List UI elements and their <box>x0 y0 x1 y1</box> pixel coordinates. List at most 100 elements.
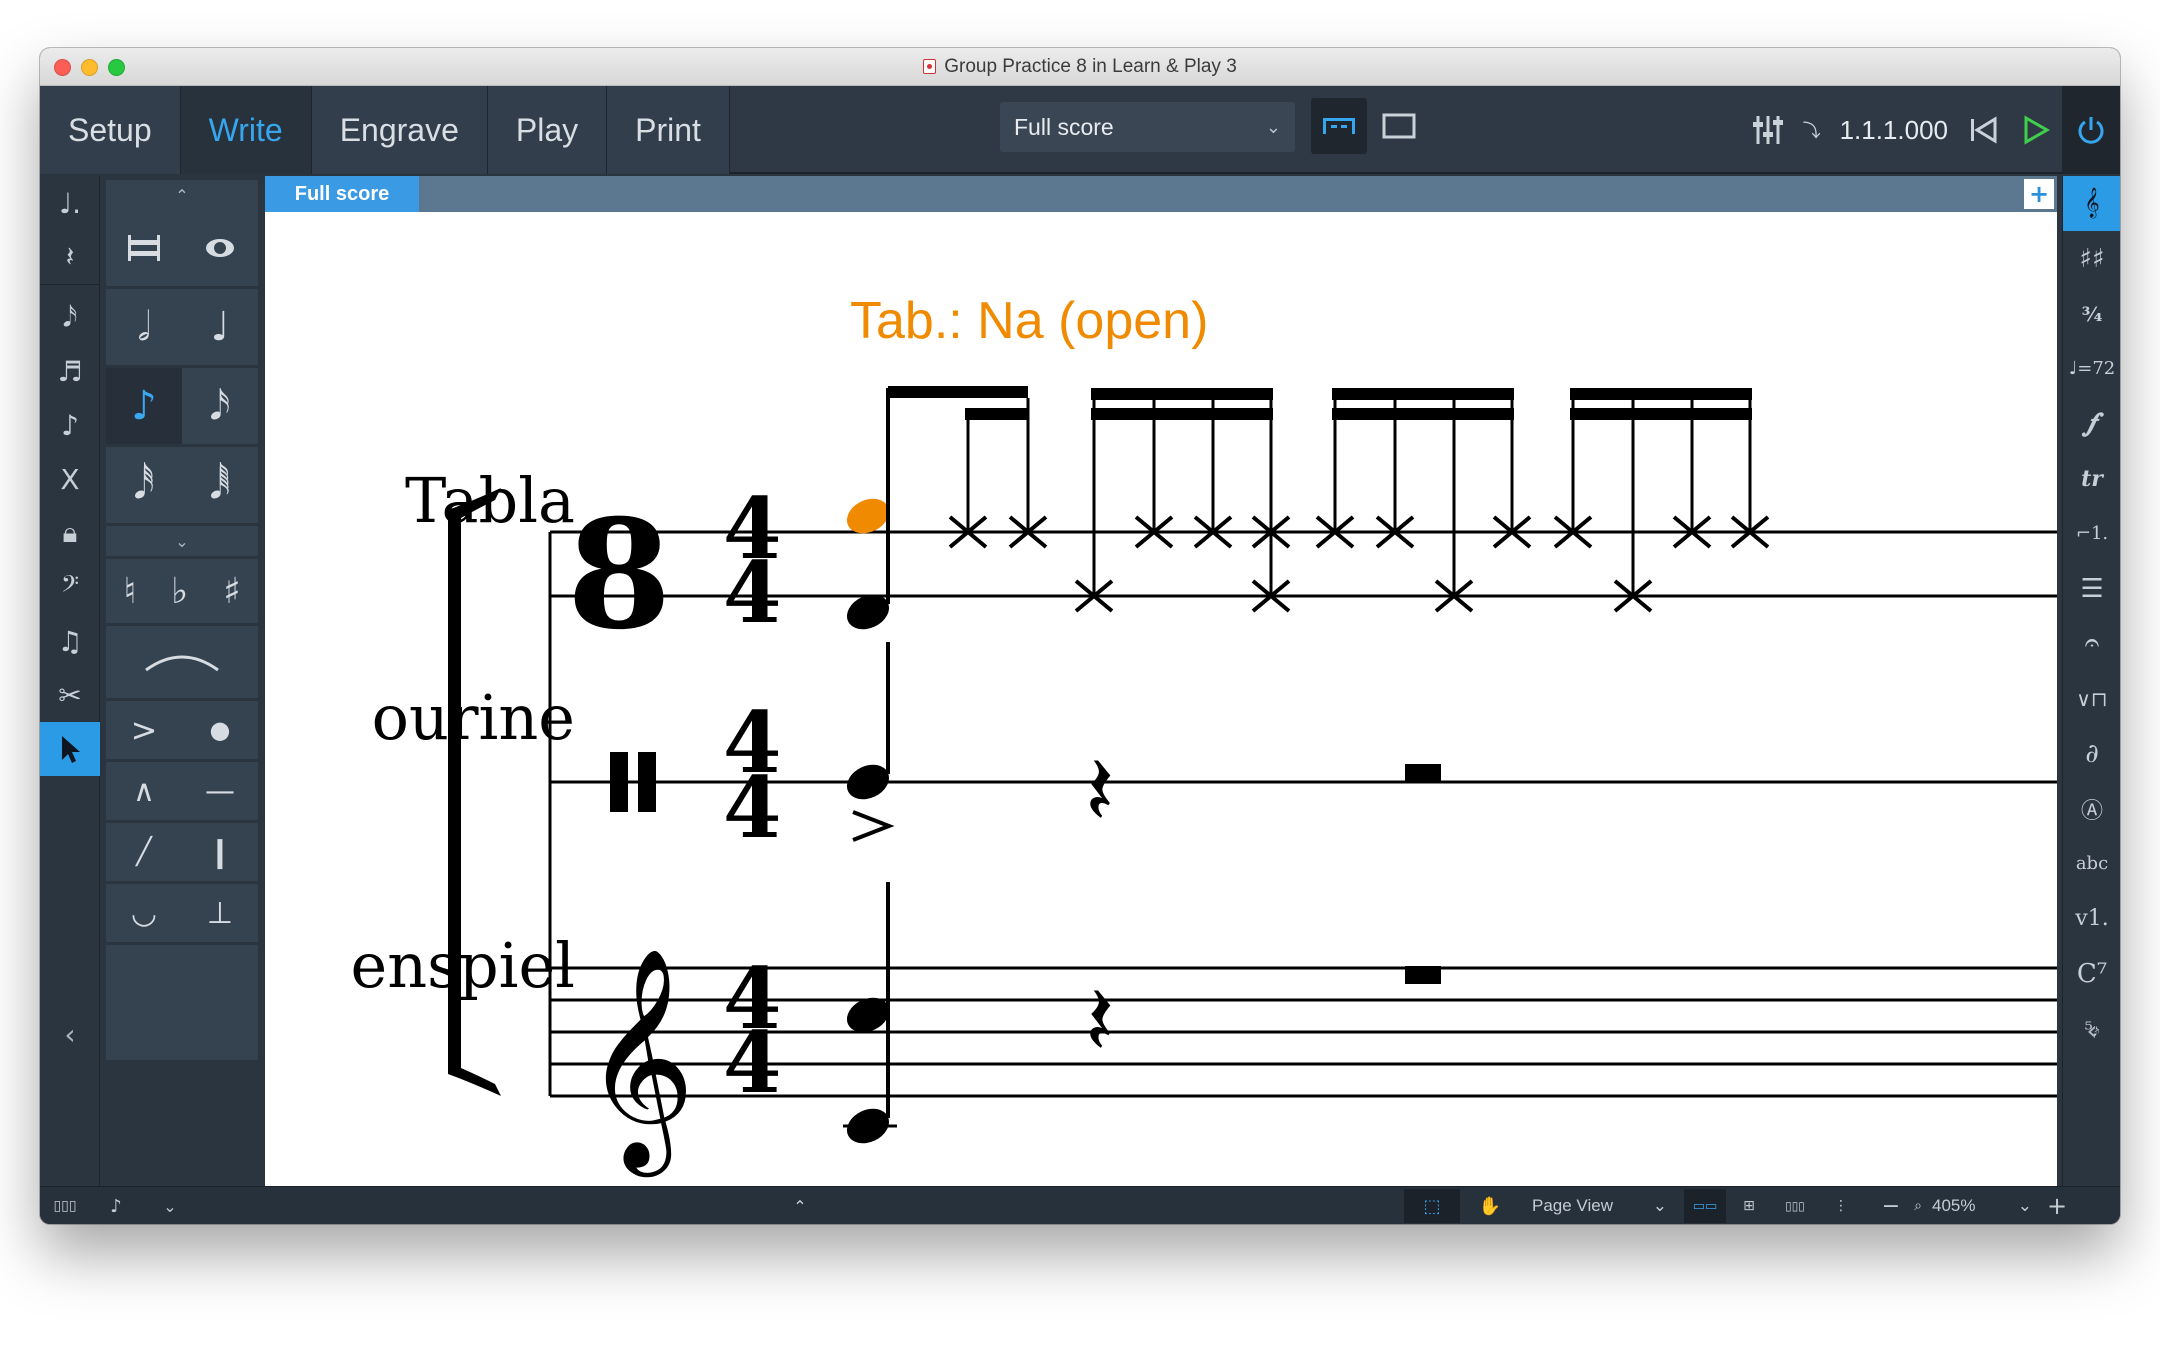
view-type-selector[interactable]: Page View ⌄ <box>1532 1187 1667 1224</box>
layout-selector-value: Full score <box>1014 113 1114 140</box>
tenuto-staccato-icon[interactable]: ⊥ <box>182 884 258 942</box>
holds-pauses-icon[interactable]: 𝄐 <box>2063 616 2120 671</box>
rest-tool-icon[interactable]: 𝄽 <box>40 230 100 284</box>
text-icon[interactable]: Ⓐ <box>2063 781 2120 836</box>
expand-bottom-panel-icon[interactable]: ⌃ <box>780 1189 820 1223</box>
tremolo-icon[interactable]: ☰ <box>2063 561 2120 616</box>
jump-to-position-icon[interactable]: ⤵ <box>1794 104 1830 156</box>
mode-print-tab[interactable]: Print <box>607 86 730 174</box>
treble-clef-icon: 𝄞 <box>583 946 695 1177</box>
unstress-icon[interactable]: ◡ <box>106 884 182 942</box>
tabla-notes <box>846 386 1770 630</box>
whole-note-icon[interactable] <box>182 210 258 286</box>
flat-icon[interactable]: ♭ <box>171 571 188 612</box>
quarter-note-icon[interactable]: ♩ <box>182 289 258 365</box>
minimize-window-button[interactable] <box>81 59 98 76</box>
score-canvas[interactable]: Tab.: Na (open) Tabla ourine enspiel <box>265 212 2057 1186</box>
svg-text:𝄽: 𝄽 <box>1085 965 1114 1077</box>
ornaments-icon[interactable]: tr <box>2063 451 2120 506</box>
hand-tool-icon[interactable]: ✋ <box>1466 1189 1514 1223</box>
activate-project-icon[interactable] <box>2062 86 2120 174</box>
playing-techniques-icon[interactable]: ∨⊓ <box>2063 671 2120 726</box>
tuplet-tool-icon[interactable]: ♬ <box>40 344 100 398</box>
natural-icon[interactable]: ♮ <box>123 571 136 612</box>
marquee-select-icon[interactable]: ⬚ <box>1404 1189 1460 1223</box>
half-note-icon[interactable]: 𝅗𝅥 <box>106 289 182 365</box>
spreads-view-icon[interactable]: ▭▭ <box>1684 1189 1726 1223</box>
eighth-note-icon[interactable]: ♪ <box>106 368 182 444</box>
instrument-name-tambourine: ourine <box>372 681 575 754</box>
toolbar-right-group: ⤵ 1.1.1.000 <box>1742 86 2120 174</box>
sixty-fourth-note-icon[interactable]: 𝅘𝅥𝅱 <box>182 447 258 523</box>
chevron-down-icon[interactable]: ⌄ <box>156 1189 184 1223</box>
breve-note-icon[interactable] <box>106 210 182 286</box>
zoom-search-icon: ⌕ <box>1914 1198 1922 1214</box>
play-icon[interactable] <box>2010 104 2062 156</box>
scroll-down-icon[interactable]: ⌄ <box>106 526 258 556</box>
tabla-time-denominator: 4 <box>723 543 781 642</box>
layout-selector[interactable]: Full score ⌄ <box>1000 102 1295 152</box>
zoom-level-selector[interactable]: 405% ⌄ <box>1932 1187 2032 1224</box>
window-controls <box>54 59 125 76</box>
staccato-icon[interactable]: ● <box>182 701 258 759</box>
slur-icon[interactable] <box>106 626 258 698</box>
force-duration-tool-icon[interactable]: Ⅹ <box>40 452 100 506</box>
chord-tool-icon[interactable]: ♫ <box>40 614 100 668</box>
staccatissimo-icon[interactable]: ❙ <box>182 823 258 881</box>
vertical-pages-icon[interactable]: ⋮ <box>1822 1189 1860 1223</box>
tempo-icon[interactable]: ♩=72 <box>2063 341 2120 396</box>
zoom-in-icon[interactable]: + <box>2040 1189 2074 1223</box>
mixer-icon[interactable] <box>1742 104 1794 156</box>
close-window-button[interactable] <box>54 59 71 76</box>
scroll-up-icon[interactable]: ⌃ <box>106 180 258 210</box>
tab-full-score[interactable]: Full score <box>265 176 419 212</box>
mode-play-tab[interactable]: Play <box>487 86 608 174</box>
horizontal-pages-icon[interactable]: ▯▯▯ <box>1772 1189 1818 1223</box>
keyboard-panel-icon[interactable]: ▯▯▯ <box>48 1189 82 1223</box>
grace-note-tool-icon[interactable]: ♪ <box>40 398 100 452</box>
thirty-second-note-icon[interactable]: 𝅘𝅥𝅰 <box>106 447 182 523</box>
grid-view-icon[interactable]: ⊞ <box>1730 1189 1768 1223</box>
collapse-right-panel-icon[interactable]: ‹ <box>2063 1014 2120 1047</box>
marcato-icon[interactable]: ∧ <box>106 762 182 820</box>
chord-symbols-icon[interactable]: C⁷ <box>2063 946 2120 1001</box>
chevron-down-icon: ⌄ <box>1265 116 1281 137</box>
rewind-to-start-icon[interactable] <box>1958 104 2010 156</box>
page-view-button[interactable] <box>1371 98 1427 154</box>
ear-icon[interactable]: ∂ <box>2063 726 2120 781</box>
clef-panel-icon[interactable]: 𝄞 <box>2063 176 2120 231</box>
select-arrow-tool-icon[interactable] <box>40 722 100 776</box>
page-view-icon <box>1382 113 1416 139</box>
dynamics-icon[interactable]: 𝆑 <box>2063 396 2120 451</box>
repeat-endings-icon[interactable]: ⌐1. <box>2063 506 2120 561</box>
dotted-note-tool-icon[interactable]: ♩. <box>40 176 100 230</box>
tenuto-icon[interactable]: — <box>182 762 258 820</box>
collapse-left-panel-icon[interactable]: ‹ <box>40 1018 100 1051</box>
mode-engrave-tab[interactable]: Engrave <box>311 86 488 174</box>
zoom-out-icon[interactable]: − <box>1876 1189 1906 1223</box>
main-toolbar: Setup Write Engrave Play Print ⌃ Full sc… <box>40 86 2120 174</box>
scissors-tool-icon[interactable]: ✂ <box>40 668 100 722</box>
sharp-icon[interactable]: ♯ <box>223 571 240 612</box>
system-bracket <box>448 488 501 1096</box>
note-input-mode-icon[interactable]: ♪ <box>96 1189 136 1223</box>
galley-view-button[interactable] <box>1311 98 1367 154</box>
add-tab-button[interactable]: + <box>2024 179 2054 209</box>
mode-write-tab[interactable]: Write <box>180 86 312 174</box>
playing-technique-annotation[interactable]: Tab.: Na (open) <box>850 292 1208 350</box>
time-signature-icon[interactable]: ¾ <box>2063 286 2120 341</box>
maximize-window-button[interactable] <box>108 59 125 76</box>
lyrics-icon[interactable]: abc <box>2063 836 2120 891</box>
mode-setup-tab[interactable]: Setup <box>40 86 181 174</box>
slash-note-tool-icon[interactable]: 𝅘𝅥𝅯 <box>40 290 100 344</box>
rehearsal-marks-icon[interactable]: v1. <box>2063 891 2120 946</box>
sixteenth-note-icon[interactable]: 𝅘𝅥𝅯 <box>182 368 258 444</box>
clef-tool-icon[interactable]: 𝄢 <box>40 560 100 614</box>
key-signature-icon[interactable]: ♯♯ <box>2063 231 2120 286</box>
zoom-level-value: 405% <box>1932 1196 1976 1215</box>
stress-icon[interactable]: ╱ <box>106 823 182 881</box>
title-bar: Group Practice 8 in Learn & Play 3 <box>40 48 2120 86</box>
lock-duration-icon[interactable]: 🔒︎ <box>40 506 100 560</box>
accent-icon[interactable]: > <box>106 701 182 759</box>
notes-panel: ⌃ 𝅗𝅥 ♩ ♪ 𝅘𝅥𝅯 𝅘𝅥𝅰 𝅘𝅥𝅱 ⌄ ♮ ♭ ♯ > ● ∧ — ╱ ❙… <box>106 180 258 1060</box>
